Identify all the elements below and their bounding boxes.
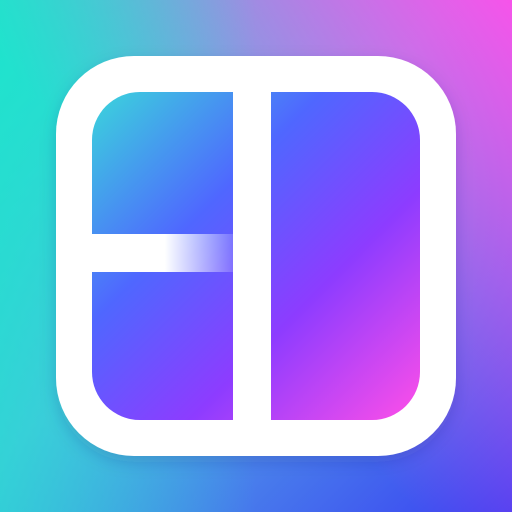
app-icon bbox=[0, 0, 512, 512]
collage-layout-icon bbox=[0, 0, 512, 512]
horizontal-divider bbox=[80, 234, 234, 272]
vertical-divider bbox=[233, 80, 271, 432]
